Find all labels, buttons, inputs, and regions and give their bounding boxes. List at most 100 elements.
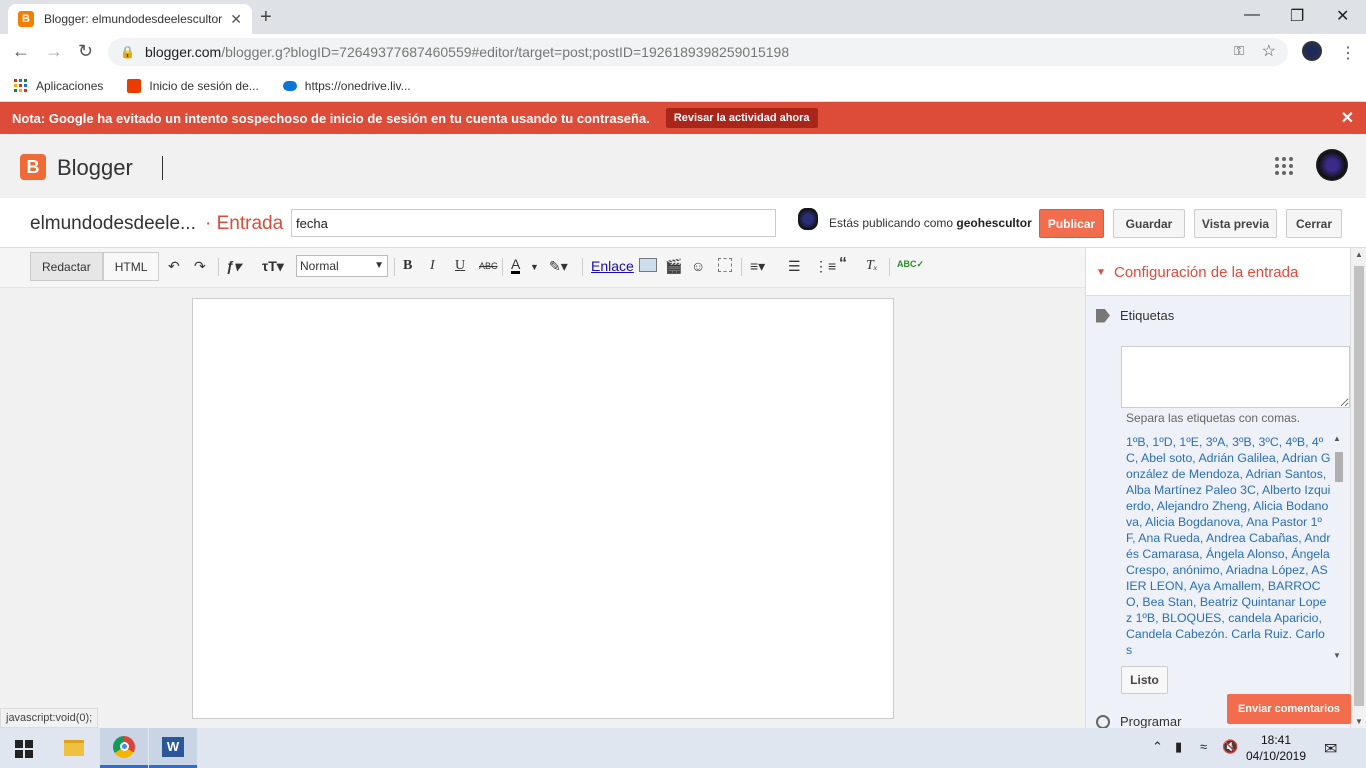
send-feedback-button[interactable]: Enviar comentarios xyxy=(1227,694,1351,724)
tab-close-icon[interactable]: ✕ xyxy=(230,11,242,28)
numbered-list-icon[interactable]: ☰ xyxy=(788,258,801,275)
undo-icon[interactable]: ↶ xyxy=(168,258,180,275)
bulleted-list-icon[interactable]: ⋮≡ xyxy=(814,258,836,275)
notifications-icon[interactable]: ✉ xyxy=(1324,739,1337,759)
volume-muted-icon[interactable]: 🔇 xyxy=(1222,739,1238,755)
clock-time: 18:41 xyxy=(1260,733,1292,747)
preview-button[interactable]: Vista previa xyxy=(1194,209,1277,238)
publishing-prefix: Estás publicando como xyxy=(829,216,957,230)
existing-labels-list[interactable]: 1ºB, 1ºD, 1ºE, 3ºA, 3ºB, 3ºC, 4ºB, 4ºC, … xyxy=(1126,434,1331,658)
scroll-down-icon[interactable]: ▼ xyxy=(1355,717,1363,726)
blog-name[interactable]: elmundodesdeele... xyxy=(30,213,196,235)
windows-taskbar: W ⌃ ▮ ≈ 🔇 18:41 04/10/2019 ✉ xyxy=(0,728,1366,768)
page-scrollbar[interactable]: ▲ ▼ xyxy=(1350,248,1366,728)
blogger-brand[interactable]: Blogger xyxy=(57,155,133,181)
key-icon[interactable]: ⚿ xyxy=(1234,43,1244,59)
status-tooltip: javascript:void(0); xyxy=(0,708,99,728)
toolbar-separator xyxy=(741,258,742,276)
restore-icon[interactable]: ❐ xyxy=(1290,6,1304,26)
security-warning-banner: Nota: Google ha evitado un intento sospe… xyxy=(0,102,1366,134)
bookmark-onedrive[interactable]: https://onedrive.liv... xyxy=(282,79,411,93)
banner-close-icon[interactable]: ✕ xyxy=(1341,108,1354,128)
clock-date: 04/10/2019 xyxy=(1245,749,1307,763)
scroll-thumb[interactable] xyxy=(1335,452,1343,482)
publishing-as-text: Estás publicando como geohescultor xyxy=(829,216,1032,230)
tab-html[interactable]: HTML xyxy=(102,252,160,281)
schedule-section-header[interactable]: Programar xyxy=(1096,714,1181,729)
entry-label: · Entrada xyxy=(205,213,284,234)
spellcheck-icon[interactable]: ABC✓ xyxy=(897,259,924,270)
toolbar-separator xyxy=(394,258,395,276)
address-bar[interactable]: 🔒 blogger.com/blogger.g?blogID=726493776… xyxy=(108,38,1288,66)
new-tab-button[interactable]: + xyxy=(260,6,272,29)
bookmark-apps[interactable]: Aplicaciones xyxy=(14,78,104,93)
reload-icon[interactable]: ↻ xyxy=(78,41,93,62)
minimize-icon[interactable]: — xyxy=(1244,6,1260,24)
window-close-icon[interactable]: ✕ xyxy=(1336,6,1349,26)
bookmark-office-login[interactable]: Inicio de sesión de... xyxy=(127,78,259,93)
lock-icon: 🔒 xyxy=(120,45,135,59)
publish-button[interactable]: Publicar xyxy=(1039,209,1104,238)
google-apps-icon[interactable] xyxy=(1275,157,1293,175)
post-title-input[interactable] xyxy=(291,209,776,237)
labels-input[interactable] xyxy=(1121,346,1350,408)
clock-icon xyxy=(1096,714,1110,729)
battery-icon[interactable]: ▮ xyxy=(1175,739,1182,755)
highlight-color-icon[interactable]: ✎▾ xyxy=(549,258,568,275)
post-title-bar: elmundodesdeele... · Entrada Estás publi… xyxy=(0,198,1366,248)
italic-icon[interactable]: I xyxy=(430,258,435,274)
forward-icon[interactable]: → xyxy=(45,41,63,62)
bookmark-label: Inicio de sesión de... xyxy=(149,78,259,93)
editor-canvas-area xyxy=(0,288,1085,728)
scroll-down-icon[interactable]: ▼ xyxy=(1333,651,1341,660)
scroll-up-icon[interactable]: ▲ xyxy=(1333,434,1341,443)
bold-icon[interactable]: B xyxy=(403,258,412,274)
post-settings-header[interactable]: ▼ Configuración de la entrada xyxy=(1086,248,1351,296)
taskbar-clock[interactable]: 18:41 04/10/2019 xyxy=(1240,732,1312,764)
underline-icon[interactable]: U xyxy=(455,258,465,274)
text-color-icon[interactable]: A xyxy=(511,257,521,274)
blogger-logo-icon[interactable]: B xyxy=(20,154,46,180)
strikethrough-icon[interactable]: ABC xyxy=(479,261,498,271)
office-icon xyxy=(127,78,142,93)
paragraph-format-select[interactable]: Normal ▼ xyxy=(296,255,388,277)
redo-icon[interactable]: ↷ xyxy=(194,258,206,275)
insert-video-icon[interactable]: 🎬 xyxy=(665,258,682,275)
show-hidden-icons-icon[interactable]: ⌃ xyxy=(1152,739,1163,755)
blogger-favicon-icon: B xyxy=(18,11,34,27)
link-button[interactable]: Enlace xyxy=(591,258,634,274)
labels-section-header[interactable]: Etiquetas xyxy=(1096,308,1174,323)
star-icon[interactable]: ☆ xyxy=(1262,41,1276,61)
font-family-icon[interactable]: ƒ▾ xyxy=(226,258,241,275)
chrome-menu-icon[interactable]: ⋮ xyxy=(1340,43,1356,63)
back-icon[interactable]: ← xyxy=(12,41,30,62)
quote-icon[interactable]: “ xyxy=(839,255,847,273)
align-icon[interactable]: ≡▾ xyxy=(750,258,765,275)
chrome-profile-avatar[interactable] xyxy=(1302,41,1322,61)
bookmark-label: Aplicaciones xyxy=(36,78,104,93)
jump-break-icon[interactable] xyxy=(718,258,732,272)
chrome-taskbar-icon[interactable] xyxy=(100,728,148,768)
labels-done-button[interactable]: Listo xyxy=(1121,666,1168,694)
emoji-icon[interactable]: ☺ xyxy=(691,258,705,274)
file-explorer-icon[interactable] xyxy=(50,728,98,768)
close-button[interactable]: Cerrar xyxy=(1286,209,1342,238)
header-divider xyxy=(162,156,163,180)
scroll-up-icon[interactable]: ▲ xyxy=(1355,250,1363,259)
text-color-dropdown-icon[interactable]: ▼ xyxy=(530,262,539,272)
post-body-editor[interactable] xyxy=(192,298,894,719)
word-taskbar-icon[interactable]: W xyxy=(149,728,197,768)
windows-start-icon[interactable] xyxy=(15,740,33,758)
clear-formatting-icon[interactable]: Tₓ xyxy=(866,258,878,274)
scroll-thumb[interactable] xyxy=(1354,266,1364,706)
save-button[interactable]: Guardar xyxy=(1113,209,1185,238)
review-activity-button[interactable]: Revisar la actividad ahora xyxy=(665,108,818,128)
font-size-icon[interactable]: τT▾ xyxy=(262,258,284,275)
tab-compose[interactable]: Redactar xyxy=(30,252,103,281)
labels-scrollbar[interactable]: ▲ ▼ xyxy=(1332,434,1344,660)
wifi-icon[interactable]: ≈ xyxy=(1200,739,1207,754)
insert-image-icon[interactable] xyxy=(639,258,657,272)
blogger-header: B Blogger xyxy=(0,134,1366,198)
account-avatar[interactable] xyxy=(1316,149,1348,181)
browser-tab[interactable]: B Blogger: elmundodesdeelescultor ✕ xyxy=(8,4,252,34)
